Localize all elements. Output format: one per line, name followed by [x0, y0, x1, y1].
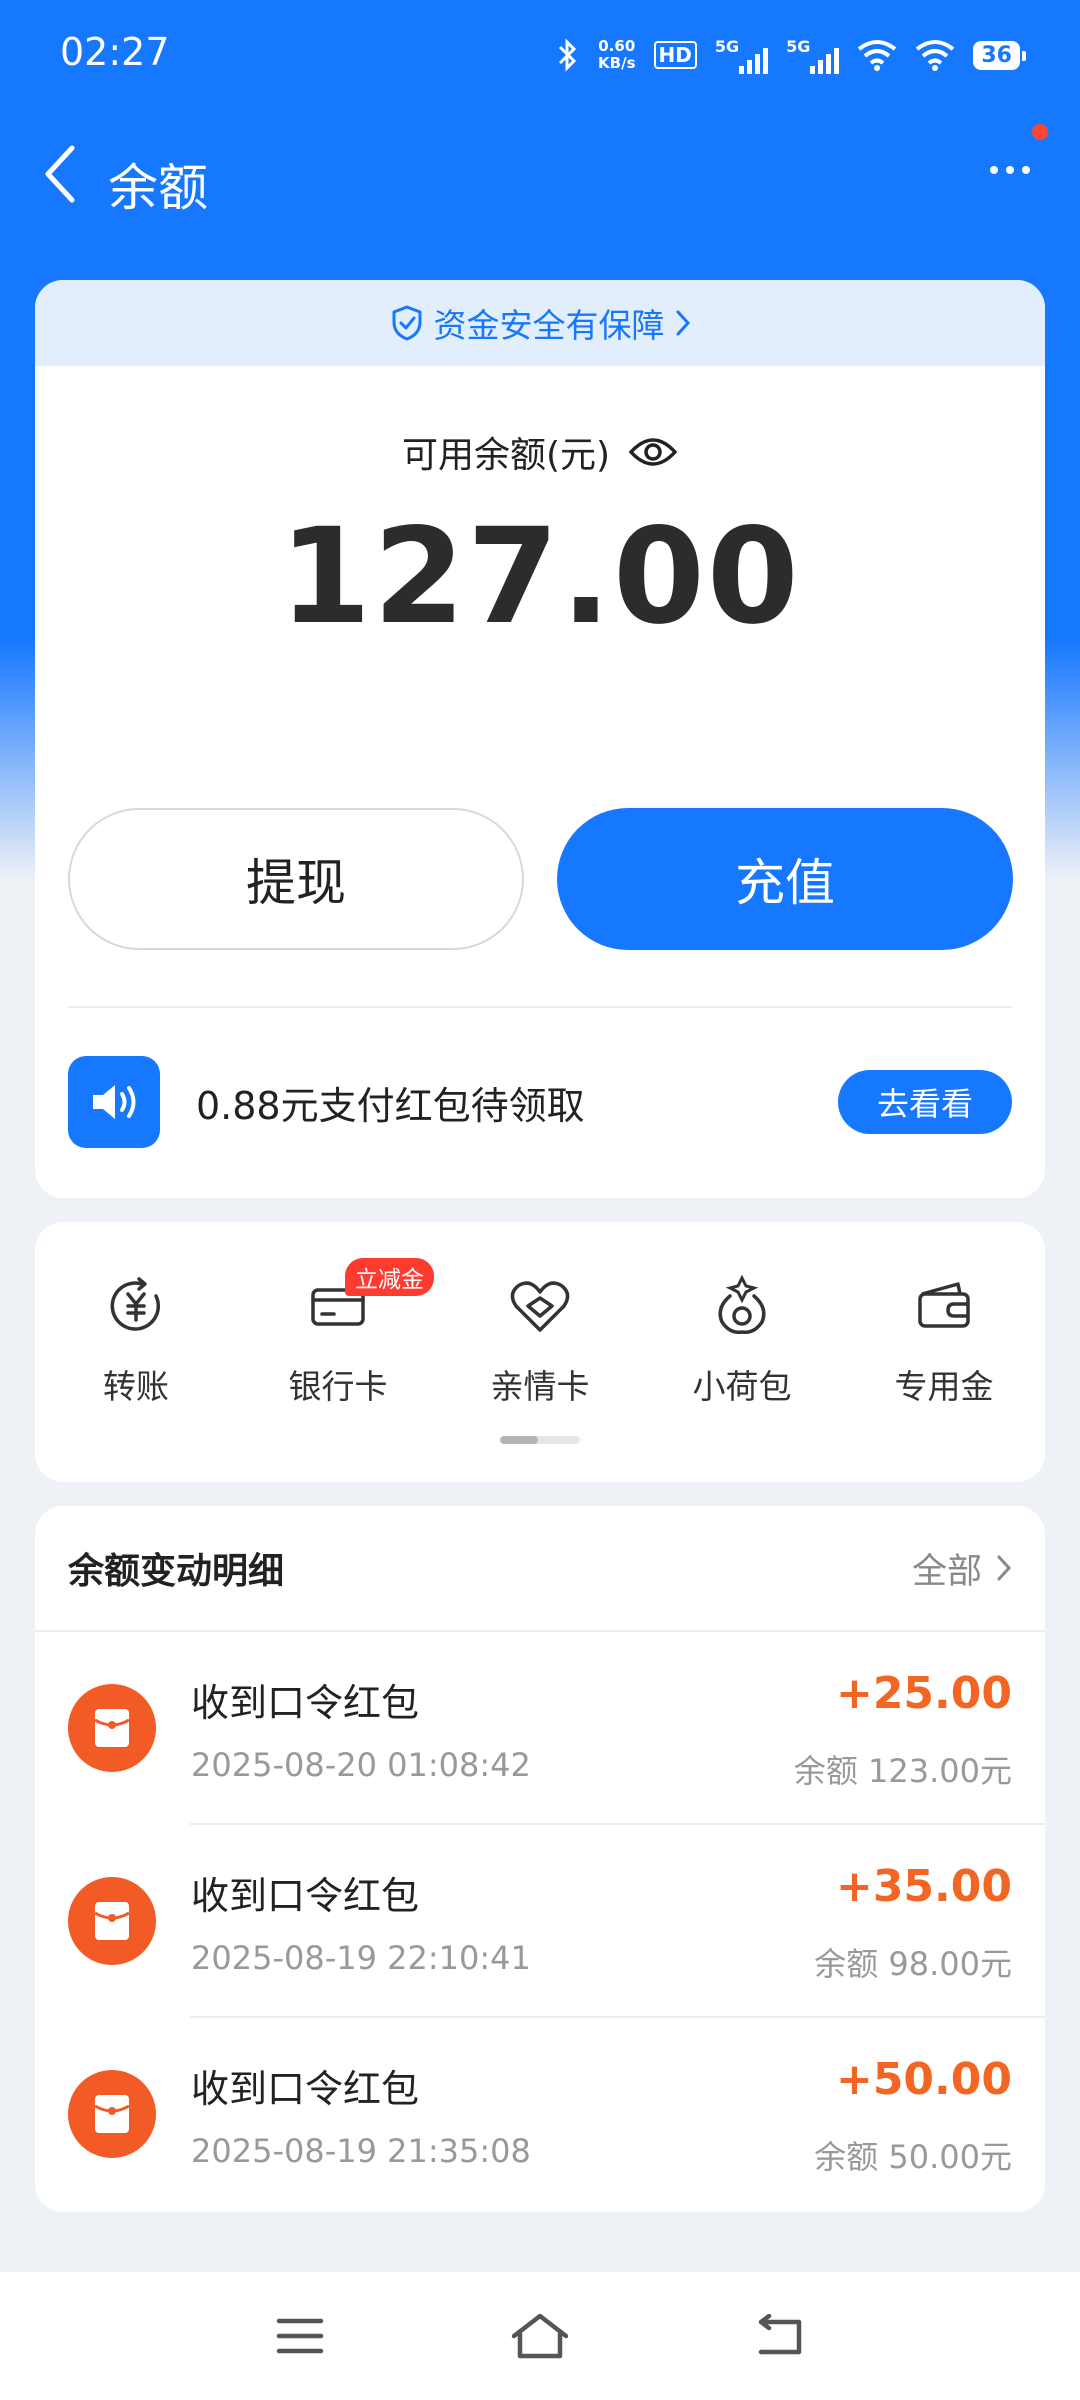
small-pouch-icon: [710, 1274, 774, 1338]
status-icons: 0.60 KB/s HD 5G 5G 36: [556, 30, 1026, 80]
more-button[interactable]: [970, 130, 1050, 210]
shortcut-transfer[interactable]: 转账: [35, 1274, 237, 1408]
wifi-icon: [858, 40, 897, 71]
red-packet-promo[interactable]: 0.88元支付红包待领取 去看看: [68, 1056, 1012, 1148]
wifi-icon: [916, 40, 955, 71]
status-bar: 02:27 0.60 KB/s HD 5G 5G 36: [0, 0, 1080, 110]
notification-dot: [1032, 124, 1048, 140]
fund-safety-banner[interactable]: 资金安全有保障: [35, 280, 1045, 366]
record-balance: 余额 123.00元: [793, 1752, 1012, 1790]
recharge-button[interactable]: 充值: [557, 808, 1013, 950]
record-amount: +35.00: [835, 1861, 1012, 1912]
system-navigation-bar: [0, 2272, 1080, 2400]
menu-icon: [276, 2318, 324, 2354]
bluetooth-icon: [558, 38, 577, 72]
back-button[interactable]: [30, 124, 90, 224]
record-balance: 余额 98.00元: [814, 1945, 1012, 1983]
balance-card: 资金安全有保障 可用余额(元) 127.00 提现 充值 0.88元支付红包待领…: [35, 280, 1045, 1198]
nav-bar: 余额: [0, 110, 1080, 240]
hd-voice-icon: HD: [653, 41, 697, 69]
balance-amount: 127.00: [279, 500, 801, 654]
shortcut-small-pouch[interactable]: 小荷包: [641, 1274, 843, 1408]
signal-bars-icon: [810, 47, 840, 74]
promo-text: 0.88元支付红包待领取: [196, 1083, 585, 1128]
shield-check-icon: [392, 305, 421, 341]
record-amount: +50.00: [835, 2054, 1012, 2105]
records-filter-all[interactable]: 全部: [912, 1543, 1012, 1594]
withdraw-button[interactable]: 提现: [68, 808, 524, 950]
home-icon: [511, 2313, 569, 2359]
records-title: 余额变动明细: [68, 1551, 285, 1592]
record-balance: 余额 50.00元: [814, 2138, 1012, 2176]
battery-icon: 36: [973, 40, 1026, 70]
view-promo-button[interactable]: 去看看: [838, 1070, 1012, 1134]
back-arrow-icon: [758, 2314, 802, 2355]
record-item[interactable]: 收到口令红包 2025-08-19 22:10:41 +35.00 余额 98.…: [35, 1825, 1045, 2018]
chevron-left-icon: [45, 145, 75, 203]
scroll-indicator: [500, 1436, 580, 1444]
signal-sim2: 5G: [786, 37, 840, 74]
shortcut-special-fund[interactable]: 专用金: [843, 1274, 1045, 1408]
back-nav-button[interactable]: [660, 2286, 900, 2386]
eye-icon[interactable]: [628, 434, 678, 470]
shortcut-family-card[interactable]: 亲情卡: [439, 1274, 641, 1408]
chevron-right-icon: [676, 310, 690, 336]
record-item[interactable]: 收到口令红包 2025-08-20 01:08:42 +25.00 余额 123…: [35, 1632, 1045, 1825]
discount-badge: 立减金: [345, 1258, 434, 1296]
red-packet-icon: [68, 2070, 156, 2158]
network-speed: 0.60 KB/s: [598, 37, 636, 72]
divider: [68, 1006, 1012, 1008]
wallet-icon: [912, 1274, 976, 1338]
speaker-icon: [68, 1056, 160, 1148]
signal-bars-icon: [739, 47, 769, 74]
record-amount: +25.00: [835, 1668, 1012, 1719]
home-button[interactable]: [420, 2286, 660, 2386]
record-item[interactable]: 收到口令红包 2025-08-19 21:35:08 +50.00 余额 50.…: [35, 2018, 1045, 2211]
shortcuts-card: 转账 银行卡 立减金 亲情卡 小荷包 专用金: [35, 1222, 1045, 1482]
status-time: 02:27: [60, 30, 170, 74]
red-packet-icon: [68, 1684, 156, 1772]
menu-button[interactable]: [180, 2286, 420, 2386]
chevron-right-icon: [997, 1555, 1012, 1581]
signal-sim1: 5G: [715, 37, 769, 74]
more-dots-icon: [990, 166, 998, 174]
shortcut-bank-card[interactable]: 银行卡 立减金: [237, 1258, 439, 1408]
fund-safety-text: 资金安全有保障: [433, 306, 665, 345]
balance-records-card: 余额变动明细 全部 收到口令红包 2025-08-20 01:08:42 +25…: [35, 1506, 1045, 2212]
balance-label-row: 可用余额(元): [35, 426, 1045, 478]
records-header: 余额变动明细 全部: [35, 1506, 1045, 1632]
family-card-icon: [508, 1274, 572, 1338]
transfer-icon: [104, 1274, 168, 1338]
red-packet-icon: [68, 1877, 156, 1965]
shortcut-grid: 转账 银行卡 立减金 亲情卡 小荷包 专用金: [35, 1258, 1045, 1408]
page-title: 余额: [108, 159, 208, 217]
balance-label: 可用余额(元): [401, 435, 611, 476]
